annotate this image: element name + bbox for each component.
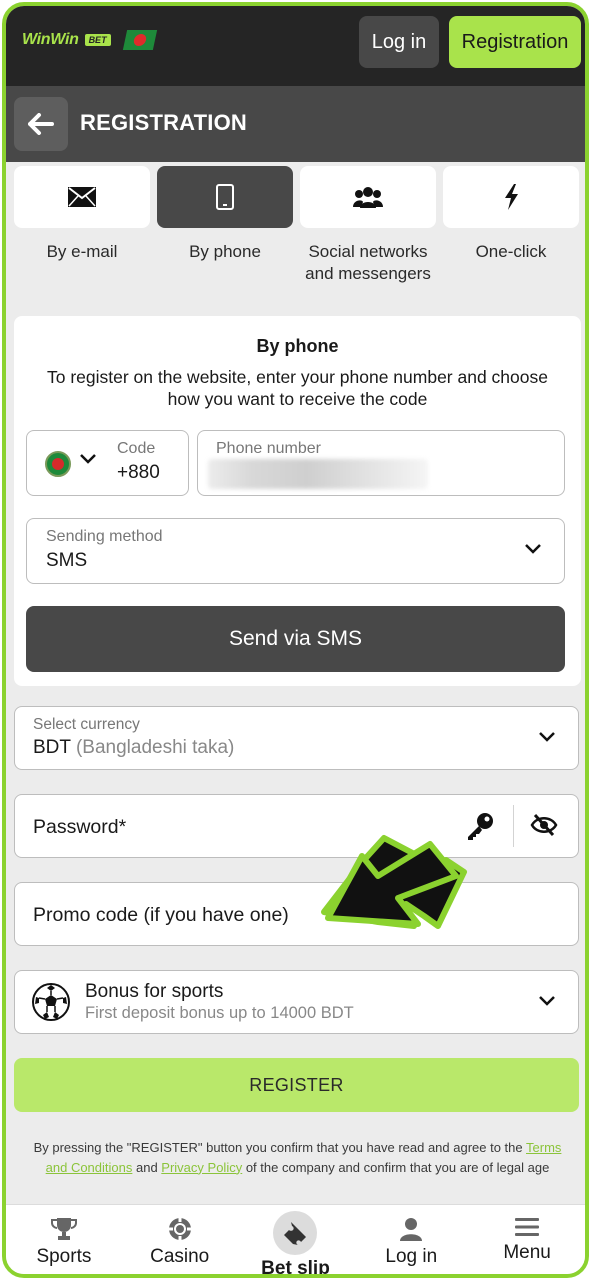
lightning-icon (505, 184, 518, 210)
bonus-select[interactable]: Bonus for sports First deposit bonus up … (14, 970, 579, 1034)
terms-prefix: By pressing the "REGISTER" button you co… (33, 1140, 527, 1155)
bet-slip-badge (273, 1211, 318, 1255)
password-placeholder: Password* (33, 816, 127, 838)
page-titlebar: REGISTRATION (6, 86, 585, 162)
tab-icon-box (300, 166, 436, 228)
method-value: SMS (46, 550, 88, 571)
ticket-icon (284, 1222, 307, 1245)
phone-icon (216, 184, 234, 210)
divider (513, 805, 514, 847)
bangladesh-flag-icon (45, 451, 71, 477)
password-field[interactable]: Password* (14, 794, 579, 858)
soccer-ball-icon (32, 983, 70, 1021)
arrow-left-icon (28, 113, 54, 135)
back-button[interactable] (14, 97, 68, 151)
trophy-icon (50, 1218, 77, 1240)
site-logo[interactable]: WinWin BET (22, 30, 157, 50)
chevron-down-icon (539, 996, 555, 1006)
eye-slash-icon[interactable] (530, 813, 558, 837)
tab-icon-box (14, 166, 150, 228)
logo-badge: BET (84, 34, 111, 46)
registration-button[interactable]: Registration (449, 16, 581, 68)
terms-text: By pressing the "REGISTER" button you co… (24, 1138, 571, 1177)
blurred-phone-value (208, 459, 428, 489)
nav-sports[interactable]: Sports (6, 1205, 122, 1274)
page-title: REGISTRATION (80, 110, 247, 135)
nav-label: Bet slip (261, 1258, 330, 1278)
currency-value: BDT (Bangladeshi taka) (33, 737, 234, 759)
bonus-subtitle: First deposit bonus up to 14000 BDT (85, 1004, 354, 1022)
registration-method-tabs: By e-mail By phone Social networks and m… (14, 166, 581, 285)
card-title: By phone (256, 336, 339, 356)
users-icon (353, 187, 383, 208)
bottom-navigation: Sports Casino Bet slip Log in Menu (6, 1204, 585, 1278)
chip-icon (168, 1218, 191, 1240)
promo-placeholder: Promo code (if you have one) (33, 904, 289, 926)
logo-text: WinWin (22, 31, 79, 48)
key-icon[interactable] (465, 811, 495, 841)
terms-suffix: of the company and confirm that you are … (242, 1159, 550, 1175)
terms-and: and (132, 1159, 162, 1175)
card-description: To register on the website, enter your p… (46, 367, 548, 409)
tab-icon-box (443, 166, 579, 228)
bonus-title: Bonus for sports (85, 981, 224, 1002)
app-frame: WinWin BET Log in Registration REGISTRAT… (2, 2, 589, 1278)
currency-name: (Bangladeshi taka) (75, 737, 235, 758)
tab-one-click[interactable]: One-click (443, 166, 579, 285)
nav-label: Menu (503, 1242, 551, 1263)
nav-label: Log in (385, 1246, 438, 1267)
code-label: Code (117, 440, 156, 457)
tab-label: By phone (189, 242, 261, 261)
tab-by-email[interactable]: By e-mail (14, 166, 150, 285)
nav-label: Casino (150, 1246, 210, 1267)
top-header: WinWin BET Log in Registration (6, 6, 585, 86)
nav-casino[interactable]: Casino (122, 1205, 238, 1274)
tab-icon-box (157, 166, 293, 228)
tab-label: Social networks and messengers (305, 242, 431, 283)
register-button[interactable]: REGISTER (14, 1058, 579, 1112)
user-icon (400, 1218, 423, 1241)
nav-label: Sports (36, 1246, 92, 1267)
currency-label: Select currency (33, 716, 140, 733)
tab-label: One-click (475, 242, 547, 261)
send-sms-button[interactable]: Send via SMS (26, 606, 565, 672)
chevron-down-icon (525, 544, 541, 554)
menu-icon (515, 1218, 540, 1236)
method-label: Sending method (46, 528, 163, 545)
chevron-down-icon (80, 454, 96, 464)
sending-method-select[interactable]: Sending method SMS (26, 518, 565, 584)
phone-label: Phone number (216, 440, 321, 457)
country-code-selector[interactable]: Code +880 (26, 430, 189, 496)
envelope-icon (68, 187, 96, 207)
chevron-down-icon (539, 732, 555, 742)
login-button[interactable]: Log in (359, 16, 439, 68)
bangladesh-flag-icon (122, 30, 157, 50)
tab-social-networks[interactable]: Social networks and messengers (300, 166, 436, 285)
promo-code-input[interactable]: Promo code (if you have one) (14, 882, 579, 946)
currency-code: BDT (33, 737, 71, 758)
nav-bet-slip[interactable]: Bet slip (238, 1205, 354, 1278)
phone-number-input[interactable]: Phone number (197, 430, 565, 496)
nav-menu[interactable]: Menu (469, 1205, 585, 1274)
privacy-policy-link[interactable]: Privacy Policy (161, 1160, 242, 1175)
currency-select[interactable]: Select currency BDT (Bangladeshi taka) (14, 706, 579, 770)
phone-registration-card: By phone To register on the website, ent… (14, 316, 581, 686)
code-value: +880 (117, 462, 160, 483)
nav-login[interactable]: Log in (353, 1205, 469, 1274)
tab-by-phone[interactable]: By phone (157, 166, 293, 285)
tab-label: By e-mail (46, 242, 118, 261)
